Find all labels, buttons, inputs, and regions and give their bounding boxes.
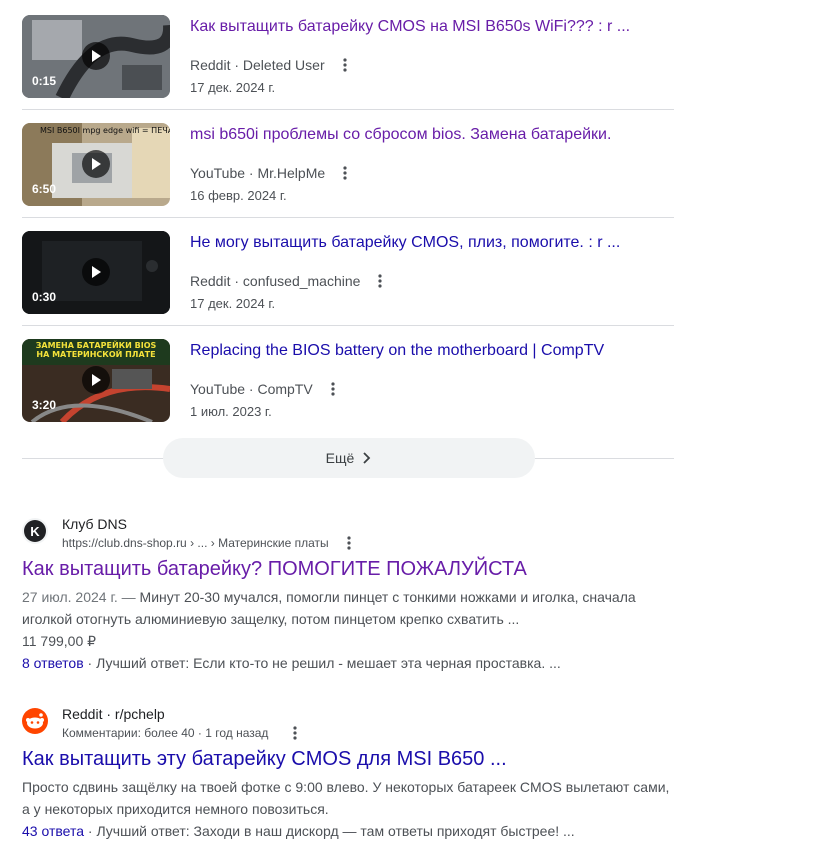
video-duration: 3:20 bbox=[32, 398, 57, 412]
more-button-label: Ещё bbox=[325, 450, 355, 466]
video-date: 16 февр. 2024 г. bbox=[190, 188, 287, 203]
thumbnail-caption: ЗАМЕНА БАТАРЕЙКИ BIOS НА МАТЕРИНСКОЙ ПЛА… bbox=[35, 341, 157, 359]
dns-favicon-icon: K bbox=[22, 518, 48, 544]
favicon-letter: K bbox=[24, 520, 46, 542]
result-title[interactable]: Как вытащить эту батарейку CMOS для MSI … bbox=[22, 748, 507, 771]
video-thumbnail[interactable]: 0:30 bbox=[22, 231, 170, 314]
video-date: 17 дек. 2024 г. bbox=[190, 80, 276, 95]
more-options-icon[interactable] bbox=[337, 165, 353, 181]
result-title[interactable]: Как вытащить батарейку? ПОМОГИТЕ ПОЖАЛУЙ… bbox=[22, 558, 527, 581]
chevron-right-icon bbox=[363, 452, 371, 464]
video-source: YouTube · Mr.HelpMe bbox=[190, 165, 326, 181]
play-icon[interactable] bbox=[82, 366, 110, 394]
video-result[interactable]: MSI B650I mpg edge wifi = ПЕЧАЛЬ 6:50 ms… bbox=[22, 110, 674, 218]
result-snippet: Просто сдвинь защёлку на твоей фотке с 9… bbox=[22, 776, 682, 842]
video-date: 1 июл. 2023 г. bbox=[190, 404, 272, 419]
site-name[interactable]: Клуб DNS bbox=[62, 516, 127, 532]
video-date: 17 дек. 2024 г. bbox=[190, 296, 276, 311]
play-icon[interactable] bbox=[82, 42, 110, 70]
search-result: K Клуб DNS https://club.dns-shop.ru › ..… bbox=[22, 516, 682, 676]
answers-link[interactable]: 43 ответа bbox=[22, 823, 84, 839]
site-url[interactable]: https://club.dns-shop.ru › ... › Материн… bbox=[62, 536, 329, 550]
video-duration: 6:50 bbox=[32, 182, 57, 196]
video-result[interactable]: 0:15 Как вытащить батарейку CMOS на MSI … bbox=[22, 2, 674, 110]
best-answer: · Лучший ответ: Заходи в наш дискорд — т… bbox=[87, 823, 575, 839]
reddit-favicon-icon bbox=[22, 708, 48, 734]
play-icon[interactable] bbox=[82, 150, 110, 178]
snippet-text: Просто сдвинь защёлку на твоей фотке с 9… bbox=[22, 779, 670, 795]
video-source: Reddit · Deleted User bbox=[190, 57, 325, 73]
snippet-text: Минут 20-30 мучался, помогли пинцет с то… bbox=[139, 589, 636, 605]
price: 11 799,00 ₽ bbox=[22, 633, 97, 649]
video-thumbnail[interactable]: ЗАМЕНА БАТАРЕЙКИ BIOS НА МАТЕРИНСКОЙ ПЛА… bbox=[22, 339, 170, 422]
more-options-icon[interactable] bbox=[337, 57, 353, 73]
video-title[interactable]: msi b650i проблемы со сбросом bios. Заме… bbox=[190, 126, 611, 144]
more-options-icon[interactable] bbox=[341, 535, 357, 551]
video-thumbnail[interactable]: MSI B650I mpg edge wifi = ПЕЧАЛЬ 6:50 bbox=[22, 123, 170, 206]
play-icon[interactable] bbox=[82, 258, 110, 286]
answers-link[interactable]: 8 ответов bbox=[22, 655, 84, 671]
snippet-date: 27 июл. 2024 г. — bbox=[22, 589, 136, 605]
snippet-text: иголкой отогнуть алюминиевую защелку, по… bbox=[22, 611, 520, 627]
site-name[interactable]: Reddit · r/pchelp bbox=[62, 706, 165, 722]
video-source: Reddit · confused_machine bbox=[190, 273, 361, 289]
video-title[interactable]: Не могу вытащить батарейку CMOS, плиз, п… bbox=[190, 234, 620, 252]
video-title[interactable]: Replacing the BIOS battery on the mother… bbox=[190, 342, 604, 360]
thumbnail-caption: MSI B650I mpg edge wifi = ПЕЧАЛЬ bbox=[40, 126, 170, 135]
video-result[interactable]: 0:30 Не могу вытащить батарейку CMOS, пл… bbox=[22, 218, 674, 326]
snippet-text: а у некоторых приходится немного повозит… bbox=[22, 801, 329, 817]
video-thumbnail[interactable]: 0:15 bbox=[22, 15, 170, 98]
video-source: YouTube · CompTV bbox=[190, 381, 313, 397]
more-options-icon[interactable] bbox=[325, 381, 341, 397]
video-title[interactable]: Как вытащить батарейку CMOS на MSI B650s… bbox=[190, 18, 630, 36]
video-result[interactable]: ЗАМЕНА БАТАРЕЙКИ BIOS НА МАТЕРИНСКОЙ ПЛА… bbox=[22, 326, 674, 434]
more-videos-button[interactable]: Ещё bbox=[163, 438, 535, 478]
video-duration: 0:30 bbox=[32, 290, 57, 304]
video-duration: 0:15 bbox=[32, 74, 57, 88]
best-answer: · Лучший ответ: Если кто-то не решил - м… bbox=[87, 655, 561, 671]
more-options-icon[interactable] bbox=[372, 273, 388, 289]
search-result: Reddit · r/pchelp Комментарии: более 40 … bbox=[22, 706, 682, 839]
more-options-icon[interactable] bbox=[287, 725, 303, 741]
result-snippet: 27 июл. 2024 г. — Минут 20-30 мучался, п… bbox=[22, 586, 682, 674]
result-meta: Комментарии: более 40 · 1 год назад bbox=[62, 726, 269, 740]
reddit-alien-icon bbox=[26, 713, 44, 729]
